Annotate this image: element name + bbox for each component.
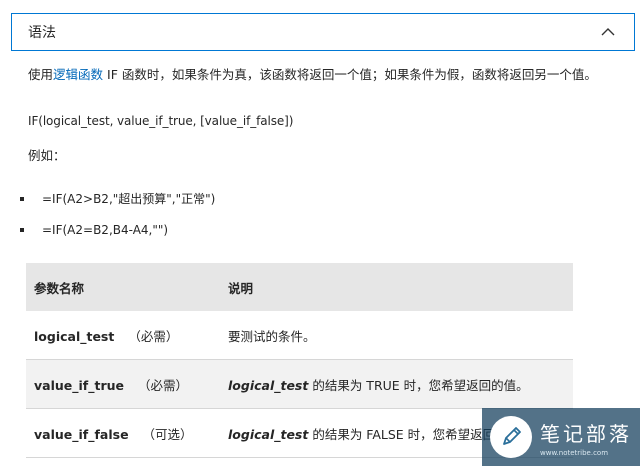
column-header-description: 说明	[214, 263, 573, 311]
example-formula: =IF(A2=B2,B4-A4,"")	[42, 223, 169, 237]
bullet-icon	[20, 196, 24, 201]
chevron-up-icon[interactable]	[600, 24, 616, 40]
param-name-cell: logical_test （必需）	[26, 311, 214, 360]
logical-functions-link[interactable]: 逻辑函数	[53, 67, 103, 82]
syntax-formula: IF(logical_test, value_if_true, [value_i…	[28, 114, 294, 128]
accordion-title: 语法	[28, 25, 56, 41]
column-header-name: 参数名称	[26, 263, 214, 311]
param-description-emphasis: logical_test	[228, 377, 309, 393]
param-description: 要测试的条件。	[228, 328, 316, 344]
example-formula: =IF(A2>B2,"超出预算","正常")	[42, 192, 216, 206]
table-row: logical_test （必需） 要测试的条件。	[26, 311, 573, 360]
syntax-section: 语法 使用逻辑函数 IF 函数时，如果条件为真，该函数将返回一个值；如果条件为假…	[0, 0, 640, 466]
param-name: value_if_true	[34, 377, 124, 393]
param-name: logical_test	[34, 328, 115, 344]
syntax-accordion-header[interactable]: 语法	[11, 13, 635, 51]
param-description-cell: 要测试的条件。	[214, 311, 573, 360]
param-description: 的结果为 TRUE 时，您希望返回的值。	[308, 377, 529, 393]
param-description-emphasis: logical_test	[228, 426, 309, 442]
param-name-cell: value_if_true （必需）	[26, 359, 214, 409]
table-header-row: 参数名称 说明	[26, 263, 573, 311]
param-name: value_if_false	[34, 426, 129, 442]
example-item: =IF(A2=B2,B4-A4,"")	[20, 223, 168, 237]
param-required-note: （必需）	[128, 328, 179, 344]
param-optional-note: （可选）	[142, 426, 193, 442]
watermark-url: www.notetribe.com	[540, 448, 609, 457]
example-label: 例如：	[28, 148, 66, 163]
watermark: 笔记部落 www.notetribe.com	[482, 408, 640, 466]
table-row: value_if_true （必需） logical_test 的结果为 TRUE…	[26, 359, 573, 409]
example-item: =IF(A2>B2,"超出预算","正常")	[20, 190, 215, 207]
pencil-icon	[490, 416, 532, 458]
watermark-text: 笔记部落 www.notetribe.com	[540, 418, 632, 457]
intro-paragraph: 使用逻辑函数 IF 函数时，如果条件为真，该函数将返回一个值；如果条件为假，函数…	[28, 64, 613, 85]
param-name-cell: value_if_false （可选）	[26, 408, 214, 458]
watermark-name: 笔记部落	[540, 421, 632, 446]
param-required-note: （必需）	[137, 377, 188, 393]
bullet-icon	[20, 228, 24, 232]
param-description-cell: logical_test 的结果为 TRUE 时，您希望返回的值。	[214, 359, 573, 409]
intro-text-end: IF 函数时，如果条件为真，该函数将返回一个值；如果条件为假，函数将返回另一个值…	[103, 67, 597, 82]
intro-text-start: 使用	[28, 67, 54, 82]
